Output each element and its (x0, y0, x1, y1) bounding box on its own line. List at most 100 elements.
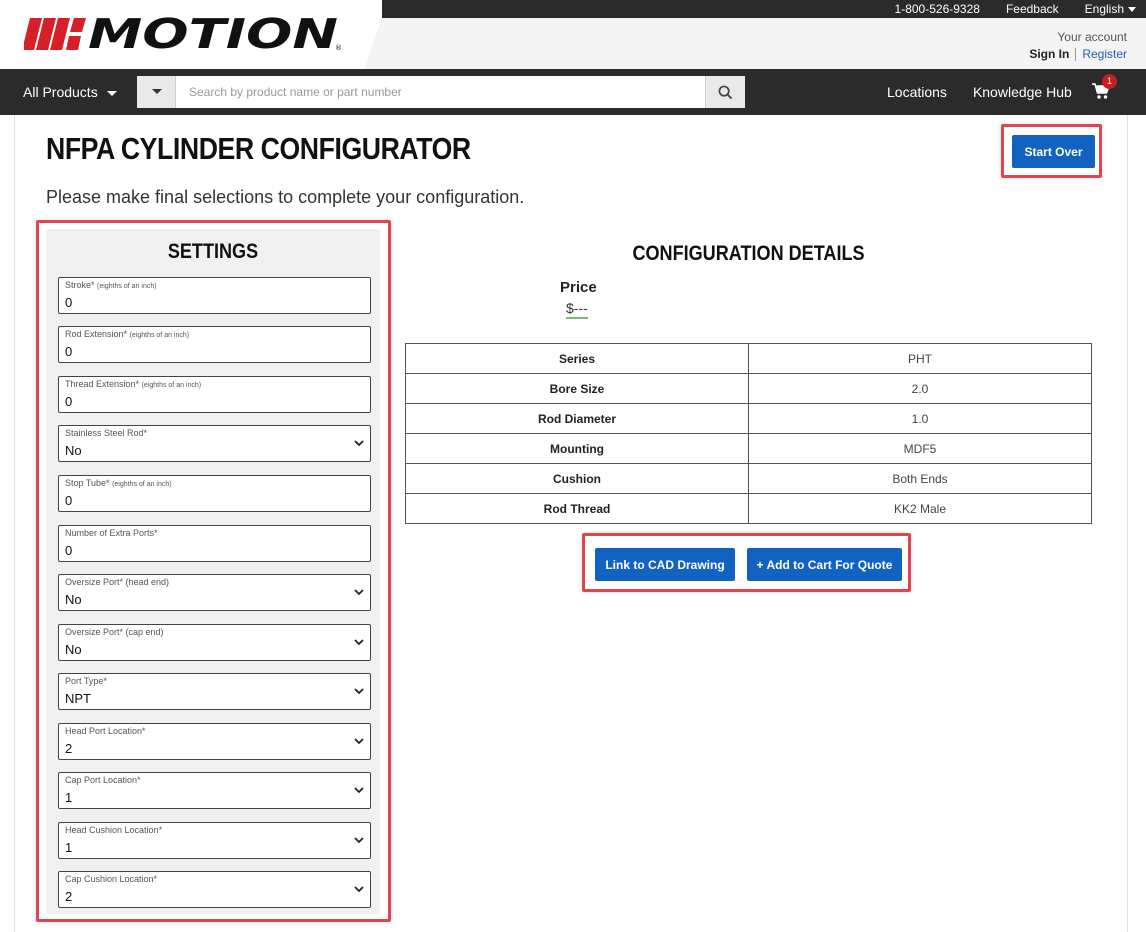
search-button[interactable] (705, 76, 745, 108)
caret-down-icon (152, 89, 162, 94)
detail-key: Series (405, 343, 749, 374)
field-hint: (eighths of an inch) (129, 332, 190, 339)
detail-key: Rod Thread (405, 493, 749, 524)
language-selector[interactable]: English (1085, 2, 1136, 16)
detail-key: Cushion (405, 463, 749, 494)
extra-ports-field[interactable]: Number of Extra Ports* 0 (58, 525, 371, 562)
chevron-down-icon (354, 837, 364, 844)
svg-text:MOTION: MOTION (88, 10, 338, 54)
detail-value: Both Ends (748, 463, 1092, 494)
account-label: Your account (1057, 30, 1127, 44)
sign-in-link[interactable]: Sign In (1029, 47, 1069, 61)
detail-value: 1.0 (748, 403, 1092, 434)
divider (1075, 48, 1077, 62)
detail-key: Mounting (405, 433, 749, 464)
table-row: Bore Size 2.0 (405, 373, 1092, 404)
chevron-down-icon (354, 639, 364, 646)
field-value: 0 (65, 394, 73, 409)
logo-graphic: MOTION ® (24, 10, 342, 54)
page-title: NFPA CYLINDER CONFIGURATOR (46, 131, 471, 166)
field-label: Stop Tube* (65, 478, 110, 488)
price-value: $--- (566, 300, 588, 319)
field-value: No (65, 592, 82, 607)
field-value: 1 (65, 840, 73, 855)
thread-extension-field[interactable]: Thread Extension* (eighths of an inch) 0 (58, 376, 371, 413)
account-menu: Your account Sign In Register (1029, 30, 1127, 62)
detail-value: MDF5 (748, 433, 1092, 464)
cart-count-badge: 1 (1102, 74, 1117, 89)
field-value: 0 (65, 493, 73, 508)
detail-key: Rod Diameter (405, 403, 749, 434)
oversize-port-cap-select[interactable]: Oversize Port* (cap end) No (58, 624, 371, 661)
field-hint: (eighths of an inch) (97, 283, 157, 290)
detail-value: KK2 Male (748, 493, 1092, 524)
register-link[interactable]: Register (1082, 47, 1127, 61)
chevron-down-icon (354, 738, 364, 745)
phone-link[interactable]: 1-800-526-9328 (895, 2, 980, 16)
head-cushion-location-select[interactable]: Head Cushion Location* 1 (58, 822, 371, 859)
stop-tube-field[interactable]: Stop Tube* (eighths of an inch) 0 (58, 475, 371, 512)
table-row: Series PHT (405, 343, 1092, 374)
cap-port-location-select[interactable]: Cap Port Location* 1 (58, 772, 371, 809)
field-value: 0 (65, 543, 73, 558)
language-label: English (1084, 2, 1124, 16)
field-label: Stroke* (65, 280, 95, 290)
mimotion-logo[interactable]: MOTION ® (24, 10, 342, 54)
knowledge-hub-link[interactable]: Knowledge Hub (973, 84, 1072, 100)
detail-value: 2.0 (748, 373, 1092, 404)
table-row: Mounting MDF5 (405, 433, 1092, 464)
search-icon (718, 85, 733, 99)
field-value: 2 (65, 889, 73, 904)
field-label: Cap Cushion Location* (65, 874, 158, 884)
field-label: Oversize Port* (cap end) (65, 627, 164, 637)
field-label: Cap Port Location* (65, 775, 141, 785)
all-products-menu[interactable]: All Products (23, 84, 117, 100)
rod-extension-field[interactable]: Rod Extension* (eighths of an inch) 0 (58, 326, 371, 363)
field-label: Rod Extension* (65, 329, 128, 339)
top-utility-bar: 1-800-526-9328 Feedback English (382, 0, 1146, 18)
field-label: Head Port Location* (65, 726, 146, 736)
port-type-select[interactable]: Port Type* NPT (58, 673, 371, 710)
all-products-label: All Products (23, 84, 98, 100)
svg-text:®: ® (335, 44, 342, 52)
chevron-down-icon (354, 688, 364, 695)
field-value: 1 (65, 790, 73, 805)
search-input[interactable] (177, 76, 705, 108)
search-bar (137, 76, 745, 108)
field-value: No (65, 443, 82, 458)
field-value: No (65, 642, 82, 657)
field-value: 2 (65, 741, 73, 756)
field-hint: (eighths of an inch) (141, 382, 202, 389)
table-row: Rod Thread KK2 Male (405, 493, 1092, 524)
field-hint: (eighths of an inch) (112, 481, 172, 488)
caret-down-icon (1128, 7, 1136, 13)
stroke-field[interactable]: Stroke* (eighths of an inch) 0 (58, 277, 371, 314)
locations-link[interactable]: Locations (887, 84, 947, 100)
head-port-location-select[interactable]: Head Port Location* 2 (58, 723, 371, 760)
cap-cushion-location-select[interactable]: Cap Cushion Location* 2 (58, 871, 371, 908)
table-row: Rod Diameter 1.0 (405, 403, 1092, 434)
field-label: Port Type* (65, 676, 107, 686)
field-label: Stainless Steel Rod* (65, 428, 148, 438)
add-to-cart-button[interactable]: + Add to Cart For Quote (747, 548, 902, 581)
caret-down-icon (106, 90, 117, 96)
detail-key: Bore Size (405, 373, 749, 404)
stainless-steel-rod-select[interactable]: Stainless Steel Rod* No (58, 425, 371, 462)
chevron-down-icon (354, 787, 364, 794)
field-value: 0 (65, 344, 73, 359)
search-scope-dropdown[interactable] (137, 76, 176, 108)
field-label: Number of Extra Ports* (65, 528, 158, 538)
field-label: Head Cushion Location* (65, 825, 163, 835)
feedback-link[interactable]: Feedback (1006, 2, 1059, 16)
start-over-button[interactable]: Start Over (1012, 135, 1095, 168)
configuration-details-title: CONFIGURATION DETAILS (632, 242, 865, 265)
detail-value: PHT (748, 343, 1092, 374)
settings-title: SETTINGS (167, 240, 259, 263)
oversize-port-head-select[interactable]: Oversize Port* (head end) No (58, 574, 371, 611)
chevron-down-icon (354, 886, 364, 893)
field-value: NPT (65, 691, 91, 706)
configuration-details-table: Series PHT Bore Size 2.0 Rod Diameter 1.0 M… (405, 343, 1092, 524)
price-label: Price (560, 279, 597, 296)
cad-drawing-button[interactable]: Link to CAD Drawing (595, 548, 735, 581)
table-row: Cushion Both Ends (405, 463, 1092, 494)
